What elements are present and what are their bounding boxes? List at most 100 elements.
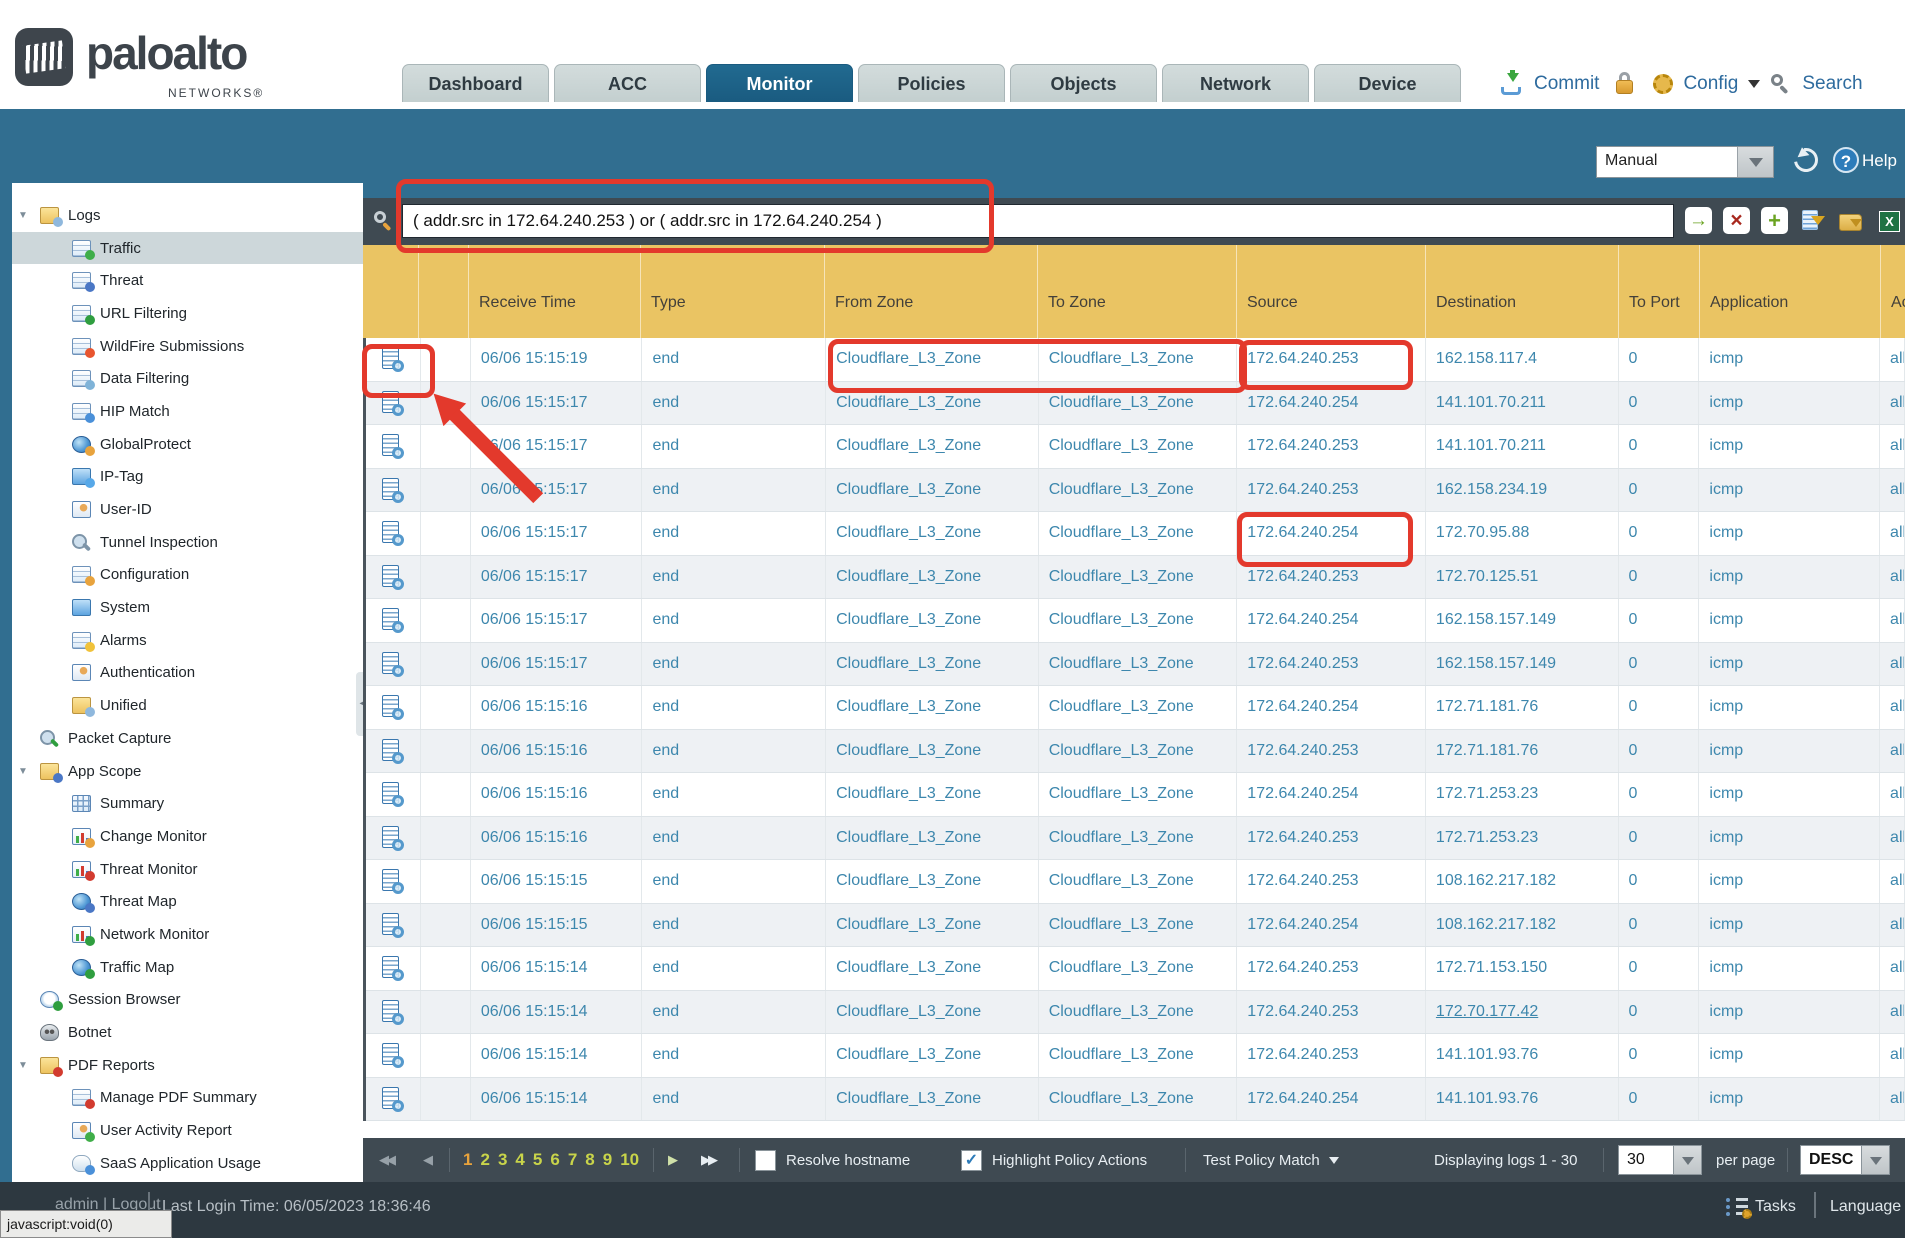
cell-destination[interactable]: 172.70.177.42 [1426,991,1619,1034]
cell-to-port[interactable]: 0 [1619,425,1700,468]
cell-action[interactable]: allow [1880,773,1905,816]
column-header-to-port[interactable]: To Port [1618,245,1699,338]
cell-to-zone[interactable]: Cloudflare_L3_Zone [1039,643,1238,686]
cell-application[interactable]: icmp [1699,730,1880,773]
commit-button[interactable]: Commit [1534,73,1599,95]
cell-destination[interactable]: 172.71.181.76 [1426,686,1619,729]
refresh-mode-select[interactable]: Manual [1596,146,1774,178]
tab-monitor[interactable]: Monitor [706,64,853,102]
cell-action[interactable]: allow [1880,599,1905,642]
cell-application[interactable]: icmp [1699,686,1880,729]
cell-application[interactable]: icmp [1699,512,1880,555]
cell-application[interactable]: icmp [1699,904,1880,947]
log-detail-icon[interactable] [381,825,404,851]
log-detail-icon[interactable] [381,477,404,503]
page-number-10[interactable]: 10 [620,1150,639,1170]
tab-network[interactable]: Network [1162,64,1309,102]
cell-application[interactable]: icmp [1699,817,1880,860]
load-filter-icon[interactable] [1837,207,1864,234]
cell-application[interactable]: icmp [1699,338,1880,381]
cell-to-port[interactable]: 0 [1619,947,1700,990]
cell-source[interactable]: 172.64.240.253 [1237,947,1426,990]
cell-from-zone[interactable]: Cloudflare_L3_Zone [826,860,1039,903]
cell-action[interactable]: allow [1880,1034,1905,1077]
sidebar-item-ip-tag[interactable]: IP-Tag [12,461,363,494]
cell-application[interactable]: icmp [1699,425,1880,468]
cell-action[interactable]: allow [1880,338,1905,381]
cell-to-zone[interactable]: Cloudflare_L3_Zone [1039,904,1238,947]
cell-from-zone[interactable]: Cloudflare_L3_Zone [826,599,1039,642]
column-header-destination[interactable]: Destination [1425,245,1618,338]
sidebar-item-traffic-map[interactable]: Traffic Map [12,951,363,984]
sidebar-item-configuration[interactable]: Configuration [12,559,363,592]
sidebar-item-app-scope[interactable]: ▼App Scope [12,755,363,788]
sidebar-item-logs[interactable]: ▼Logs [12,199,363,232]
tasks-button[interactable]: Tasks [1755,1198,1796,1216]
sidebar-item-globalprotect[interactable]: GlobalProtect [12,428,363,461]
cell-action[interactable]: allow [1880,425,1905,468]
log-detail-icon[interactable] [381,912,404,938]
sidebar-item-session-browser[interactable]: Session Browser [12,984,363,1017]
cell-from-zone[interactable]: Cloudflare_L3_Zone [826,904,1039,947]
cell-from-zone[interactable]: Cloudflare_L3_Zone [826,1034,1039,1077]
sidebar-item-hip-match[interactable]: HIP Match [12,395,363,428]
column-header-source[interactable]: Source [1236,245,1425,338]
cell-to-port[interactable]: 0 [1619,817,1700,860]
resolve-hostname-checkbox[interactable] [755,1150,776,1171]
page-number-7[interactable]: 7 [568,1150,577,1170]
cell-destination[interactable]: 162.158.157.149 [1426,599,1619,642]
cell-source[interactable]: 172.64.240.253 [1237,1034,1426,1077]
cell-action[interactable]: allow [1880,469,1905,512]
page-number-5[interactable]: 5 [533,1150,542,1170]
cell-to-zone[interactable]: Cloudflare_L3_Zone [1039,730,1238,773]
cell-to-zone[interactable]: Cloudflare_L3_Zone [1039,686,1238,729]
help-icon[interactable]: ? [1833,147,1859,173]
sort-order-select[interactable]: DESC [1800,1145,1862,1175]
cell-to-zone[interactable]: Cloudflare_L3_Zone [1039,947,1238,990]
tab-device[interactable]: Device [1314,64,1461,102]
cell-destination[interactable]: 162.158.117.4 [1426,338,1619,381]
highlight-policy-checkbox[interactable]: ✓ [961,1150,982,1171]
cell-to-zone[interactable]: Cloudflare_L3_Zone [1039,817,1238,860]
sidebar-item-summary[interactable]: Summary [12,787,363,820]
column-header-from-zone[interactable]: From Zone [824,245,1037,338]
log-detail-icon[interactable] [381,781,404,807]
config-button[interactable]: Config [1683,73,1738,95]
cell-to-port[interactable]: 0 [1619,469,1700,512]
cell-to-port[interactable]: 0 [1619,338,1700,381]
sidebar-item-data-filtering[interactable]: Data Filtering [12,362,363,395]
cell-to-port[interactable]: 0 [1619,643,1700,686]
cell-source[interactable]: 172.64.240.253 [1237,817,1426,860]
cell-to-port[interactable]: 0 [1619,904,1700,947]
cell-from-zone[interactable]: Cloudflare_L3_Zone [826,730,1039,773]
test-policy-match-button[interactable]: Test Policy Match [1203,1152,1320,1169]
cell-destination[interactable]: 108.162.217.182 [1426,904,1619,947]
cell-from-zone[interactable]: Cloudflare_L3_Zone [826,512,1039,555]
log-detail-icon[interactable] [381,868,404,894]
cell-destination[interactable]: 172.71.181.76 [1426,730,1619,773]
cell-source[interactable]: 172.64.240.253 [1237,730,1426,773]
expander-icon[interactable]: ▼ [18,1060,40,1071]
sidebar-item-user-activity-report[interactable]: User Activity Report [12,1114,363,1147]
cell-source[interactable]: 172.64.240.253 [1237,643,1426,686]
page-number-3[interactable]: 3 [498,1150,507,1170]
log-detail-icon[interactable] [381,999,404,1025]
cell-source[interactable]: 172.64.240.254 [1237,686,1426,729]
per-page-dropdown-icon[interactable] [1673,1145,1702,1175]
cell-action[interactable]: allow [1880,643,1905,686]
column-header-type[interactable]: Type [640,245,824,338]
sidebar-item-traffic[interactable]: Traffic [12,232,363,265]
cell-application[interactable]: icmp [1699,860,1880,903]
sidebar-item-tunnel-inspection[interactable]: Tunnel Inspection [12,526,363,559]
last-page-button[interactable]: ▶▶ [701,1152,715,1168]
prev-page-button[interactable]: ◀ [423,1152,430,1168]
sidebar-item-packet-capture[interactable]: Packet Capture [12,722,363,755]
cell-source[interactable]: 172.64.240.253 [1237,991,1426,1034]
cell-to-zone[interactable]: Cloudflare_L3_Zone [1039,860,1238,903]
cell-to-port[interactable]: 0 [1619,1034,1700,1077]
sidebar-item-saas-application-usage[interactable]: SaaS Application Usage [12,1147,363,1180]
cell-destination[interactable]: 162.158.157.149 [1426,643,1619,686]
log-detail-icon[interactable] [381,607,404,633]
log-detail-icon[interactable] [381,694,404,720]
cell-destination[interactable]: 172.70.95.88 [1426,512,1619,555]
